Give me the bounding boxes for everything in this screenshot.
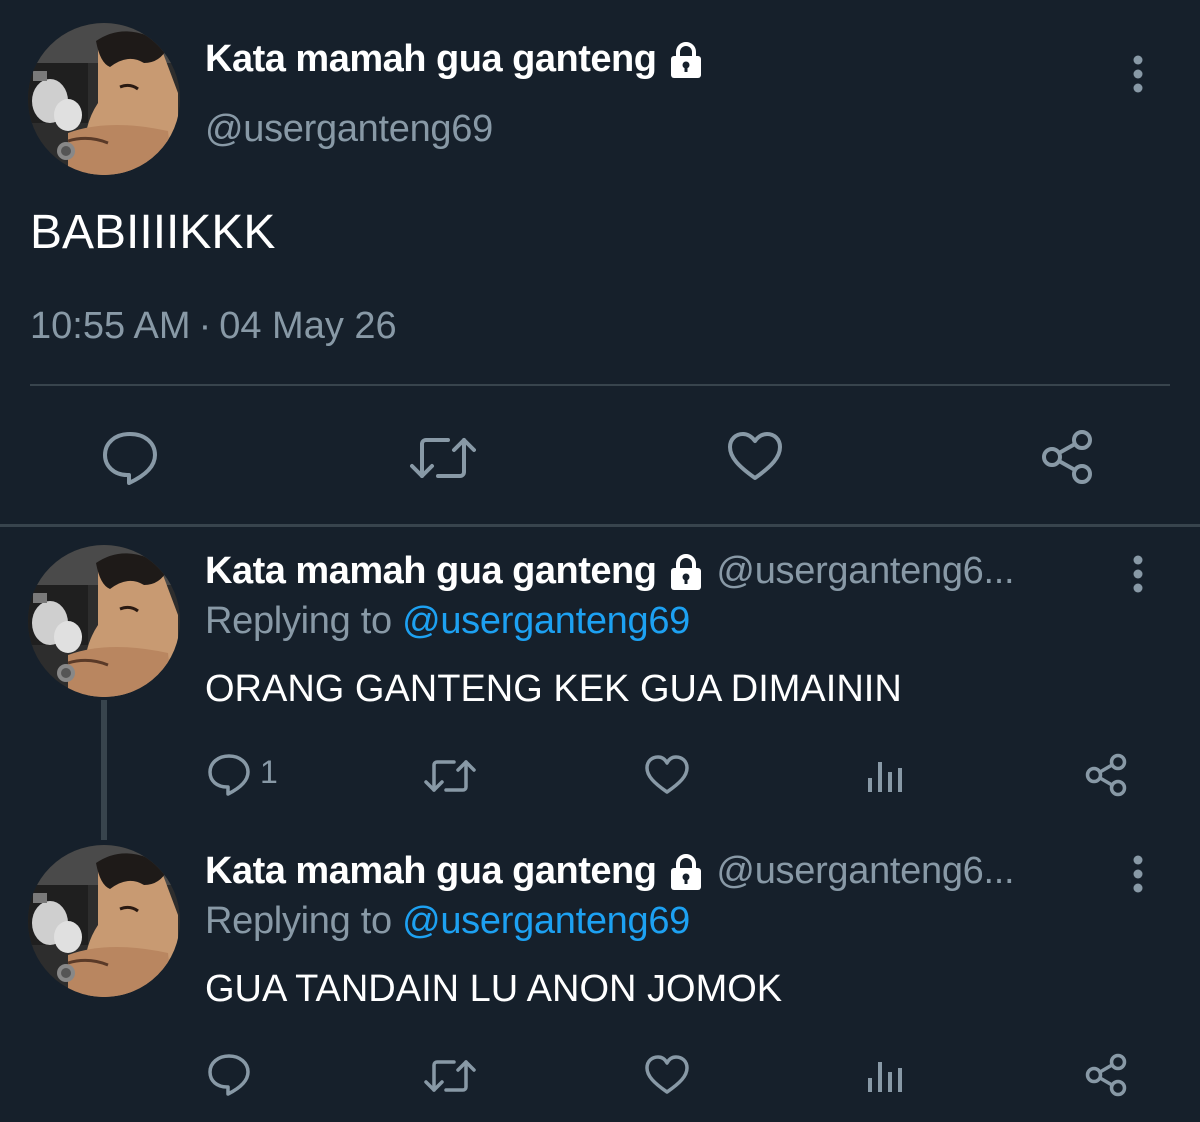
- author-name[interactable]: Kata mamah gua ganteng @userganteng6...: [205, 550, 1015, 593]
- reply-button[interactable]: [206, 1052, 252, 1098]
- lock-icon: [666, 40, 706, 80]
- heart-icon: [645, 1055, 689, 1094]
- analytics-icon: [868, 1062, 902, 1092]
- share-icon: [1085, 753, 1127, 797]
- lock-icon: [666, 552, 706, 592]
- share-button[interactable]: [1084, 1052, 1130, 1098]
- author-handle[interactable]: @userganteng6...: [716, 850, 1014, 893]
- author-name[interactable]: Kata mamah gua ganteng: [205, 38, 706, 81]
- replying-to-prefix: Replying to: [205, 900, 392, 942]
- replying-to-prefix: Replying to: [205, 600, 392, 642]
- avatar[interactable]: [28, 845, 180, 997]
- tweet-text: BABIIIIKKK: [30, 206, 276, 259]
- retweet-button[interactable]: [410, 430, 476, 486]
- reply-icon: [208, 1054, 250, 1096]
- timestamp-separator: ·: [198, 305, 212, 347]
- tweet-thread-page: Kata mamah gua ganteng @userganteng69 BA…: [0, 0, 1200, 1122]
- retweet-button[interactable]: [424, 1054, 476, 1098]
- analytics-icon: [868, 762, 902, 792]
- section-divider: [0, 524, 1200, 527]
- author-handle[interactable]: @userganteng69: [205, 108, 493, 151]
- retweet-icon: [424, 760, 476, 792]
- tweet-date: 04 May 26: [219, 305, 397, 347]
- more-vertical-icon[interactable]: [1128, 552, 1148, 596]
- share-button[interactable]: [1084, 752, 1130, 798]
- author-name-text[interactable]: Kata mamah gua ganteng: [205, 850, 657, 893]
- author-name-text[interactable]: Kata mamah gua ganteng: [205, 38, 657, 81]
- author-name[interactable]: Kata mamah gua ganteng @userganteng6...: [205, 850, 1015, 893]
- more-vertical-icon[interactable]: [1128, 852, 1148, 896]
- heart-icon: [728, 432, 782, 480]
- like-button[interactable]: [726, 430, 784, 482]
- avatar[interactable]: [28, 545, 180, 697]
- reply-button[interactable]: [100, 428, 160, 488]
- author-handle[interactable]: @userganteng6...: [716, 550, 1014, 593]
- tweet-text: ORANG GANTENG KEK GUA DIMAININ: [205, 668, 902, 710]
- reply-button[interactable]: [206, 752, 252, 798]
- reply-icon: [103, 432, 157, 485]
- reply-icon: [208, 754, 250, 796]
- share-icon: [1042, 430, 1092, 484]
- lock-icon: [666, 852, 706, 892]
- replying-to-mention[interactable]: @userganteng69: [402, 600, 690, 642]
- analytics-button[interactable]: [866, 1056, 906, 1096]
- divider: [30, 384, 1170, 386]
- tweet-text: GUA TANDAIN LU ANON JOMOK: [205, 968, 783, 1010]
- retweet-icon: [410, 438, 476, 478]
- retweet-button[interactable]: [424, 754, 476, 798]
- replying-to: Replying to @userganteng69: [205, 600, 690, 643]
- tweet-timestamp[interactable]: 10:55 AM · 04 May 26: [30, 305, 397, 348]
- author-name-text[interactable]: Kata mamah gua ganteng: [205, 550, 657, 593]
- avatar[interactable]: [28, 23, 180, 175]
- reply-count: 1: [260, 754, 278, 790]
- analytics-button[interactable]: [866, 756, 906, 796]
- replying-to: Replying to @userganteng69: [205, 900, 690, 943]
- share-icon: [1085, 1053, 1127, 1097]
- more-vertical-icon[interactable]: [1128, 52, 1148, 96]
- share-button[interactable]: [1040, 428, 1098, 486]
- thread-line: [101, 700, 107, 840]
- like-button[interactable]: [644, 754, 690, 796]
- replying-to-mention[interactable]: @userganteng69: [402, 900, 690, 942]
- retweet-icon: [424, 1060, 476, 1092]
- heart-icon: [645, 755, 689, 794]
- like-button[interactable]: [644, 1054, 690, 1096]
- tweet-time: 10:55 AM: [30, 305, 191, 347]
